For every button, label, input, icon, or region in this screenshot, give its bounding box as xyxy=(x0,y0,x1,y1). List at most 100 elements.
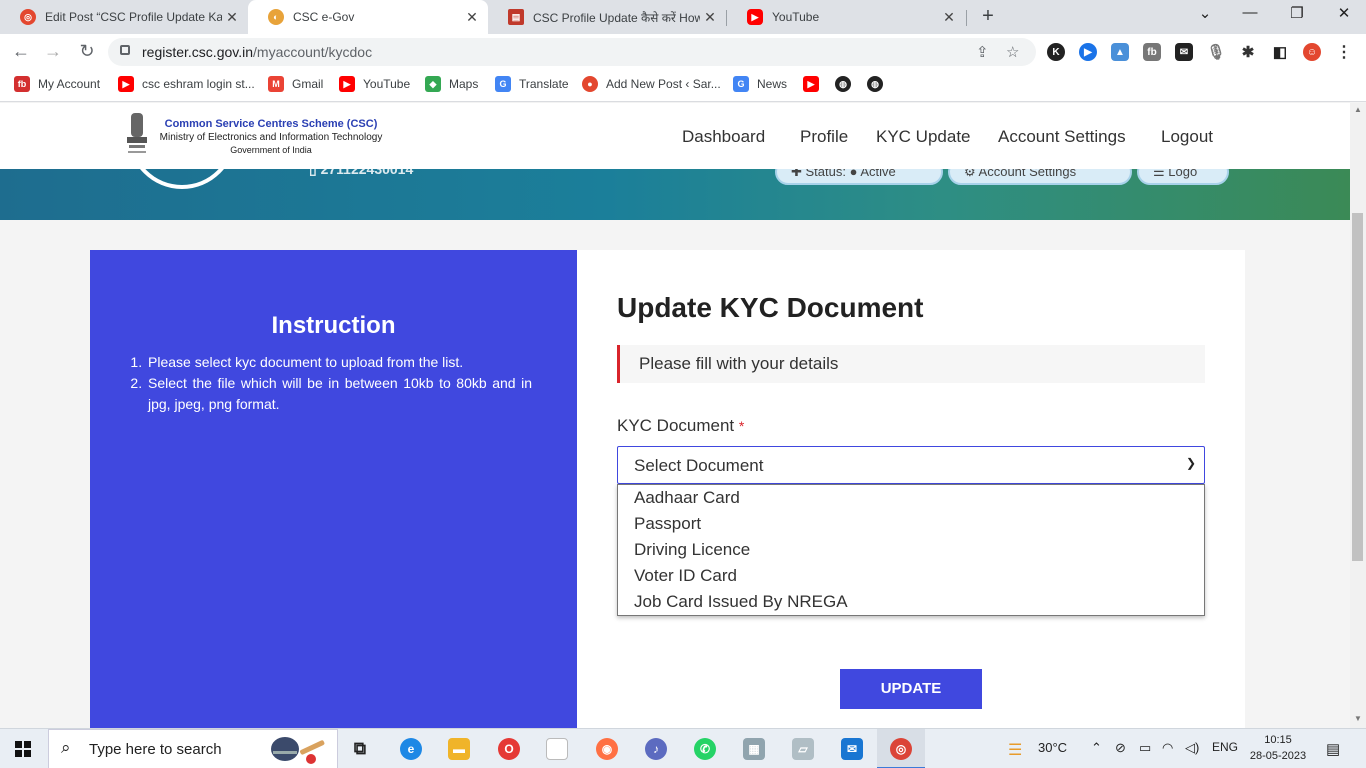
taskbar-search-box[interactable]: ⌕ Type here to search xyxy=(48,729,338,768)
extension-player-icon[interactable]: ▶ xyxy=(1079,43,1097,61)
close-tab-icon[interactable]: ✕ xyxy=(462,9,482,26)
profile-banner: ▯ 271122430014 ✚ Status: ● Active ⚙ Acco… xyxy=(0,169,1350,220)
restore-icon[interactable]: ❐ xyxy=(1287,4,1307,22)
browser-menu-icon[interactable]: ⋮ xyxy=(1335,43,1353,61)
bookmark-gmail[interactable]: M Gmail xyxy=(268,76,323,92)
close-window-icon[interactable]: ✕ xyxy=(1334,4,1354,22)
firefox-icon[interactable]: ◉ xyxy=(596,738,618,760)
status-pill[interactable]: ✚ Status: ● Active xyxy=(775,169,943,185)
new-tab-icon[interactable]: + xyxy=(978,5,998,28)
bookmark-my-account[interactable]: fb My Account xyxy=(14,76,100,92)
opera-icon[interactable]: O xyxy=(498,738,520,760)
notepad-icon[interactable] xyxy=(546,738,568,760)
google-news-icon: G xyxy=(733,76,749,92)
tab-title: Edit Post “CSC Profile Update Ka xyxy=(45,10,222,24)
bookmark-csc-eshram[interactable]: ▶ csc eshram login st... xyxy=(118,76,255,92)
form-title: Update KYC Document xyxy=(617,292,924,323)
close-tab-icon[interactable]: ✕ xyxy=(700,9,720,26)
tab-csc-profile-update[interactable]: ▤ CSC Profile Update कैसे करें How ✕ xyxy=(488,0,726,34)
nav-profile[interactable]: Profile xyxy=(800,127,848,147)
option-passport[interactable]: Passport xyxy=(618,511,1204,537)
forward-arrow-icon[interactable]: → xyxy=(42,41,64,62)
csc-favicon-icon: ◐ xyxy=(268,9,284,25)
share-icon[interactable]: ⇪ xyxy=(976,43,989,61)
back-arrow-icon[interactable]: ← xyxy=(10,41,32,62)
close-tab-icon[interactable]: ✕ xyxy=(939,9,959,26)
bookmark-translate[interactable]: G Translate xyxy=(495,76,569,92)
nav-account-settings[interactable]: Account Settings xyxy=(998,127,1126,147)
tab-title: CSC Profile Update कैसे करें How xyxy=(533,10,700,25)
scroll-up-icon[interactable]: ▲ xyxy=(1354,105,1362,114)
scrollbar-thumb[interactable] xyxy=(1352,213,1363,561)
file-explorer-icon[interactable]: ▬ xyxy=(448,738,470,760)
network-icon[interactable]: ⊘ xyxy=(1115,740,1126,756)
scroll-down-icon[interactable]: ▼ xyxy=(1354,714,1362,723)
taskbar-clock[interactable]: 10:15 28-05-2023 xyxy=(1248,732,1308,764)
extension-mail-icon[interactable]: ✉ xyxy=(1175,43,1193,61)
minimize-icon[interactable]: — xyxy=(1240,4,1260,21)
csc-logo[interactable]: Common Service Centres Scheme (CSC) Mini… xyxy=(156,118,386,155)
option-job-card-nrega[interactable]: Job Card Issued By NREGA xyxy=(618,589,1204,615)
bookmark-youtube[interactable]: ▶ YouTube xyxy=(339,76,410,92)
profile-avatar-icon[interactable]: ☺ xyxy=(1303,43,1321,61)
account-settings-pill[interactable]: ⚙ Account Settings xyxy=(948,169,1132,185)
logout-pill[interactable]: ☰ Logo xyxy=(1137,169,1229,185)
nav-dashboard[interactable]: Dashboard xyxy=(682,127,765,147)
extension-fb-icon[interactable]: fb xyxy=(1143,43,1161,61)
update-button[interactable]: UPDATE xyxy=(840,669,982,709)
bookmark-globe[interactable]: ◍ xyxy=(835,76,859,92)
windows-taskbar: ⌕ Type here to search ⧉ e ▬ O ◉ ♪ ✆ ▦ ▱ … xyxy=(0,728,1366,768)
bookmark-maps[interactable]: ◆ Maps xyxy=(425,76,478,92)
task-view-icon[interactable]: ⧉ xyxy=(349,738,371,760)
mail-icon[interactable]: ✉ xyxy=(841,738,863,760)
side-panel-icon[interactable]: ◧ xyxy=(1271,43,1289,61)
weather-icon: ☰ xyxy=(1008,742,1023,759)
tab-title: CSC e-Gov xyxy=(293,10,355,24)
browser-tab-strip: ◎ Edit Post “CSC Profile Update Ka ✕ ◐ C… xyxy=(0,0,1366,34)
bookmark-youtube-2[interactable]: ▶ xyxy=(803,76,827,92)
kyc-document-select[interactable]: Select Document ❯ xyxy=(617,446,1205,484)
page-viewport: Common Service Centres Scheme (CSC) Mini… xyxy=(0,103,1350,728)
tab-search-chevron-icon[interactable]: ⌄ xyxy=(1195,4,1215,22)
bookmarks-bar: fb My Account ▶ csc eshram login st... M Gm… xyxy=(0,70,1366,102)
logo-title: Common Service Centres Scheme (CSC) xyxy=(164,118,378,130)
tab-youtube[interactable]: ▶ YouTube ✕ xyxy=(727,0,965,34)
microphone-icon[interactable]: 🎙 xyxy=(1206,43,1225,61)
site-header: Common Service Centres Scheme (CSC) Mini… xyxy=(0,103,1350,169)
extension-image-icon[interactable]: ▲ xyxy=(1111,43,1129,61)
language-indicator[interactable]: ENG xyxy=(1212,740,1238,754)
bookmark-globe-2[interactable]: ◍ xyxy=(867,76,891,92)
chrome-icon[interactable]: ◎ xyxy=(890,738,912,760)
tab-csc-egov[interactable]: ◐ CSC e-Gov ✕ xyxy=(248,0,488,34)
bookmark-star-icon[interactable]: ☆ xyxy=(1006,43,1019,61)
tab-edit-post[interactable]: ◎ Edit Post “CSC Profile Update Ka ✕ xyxy=(0,0,248,34)
paint-icon[interactable]: ▦ xyxy=(743,738,765,760)
whatsapp-icon[interactable]: ✆ xyxy=(694,738,716,760)
logo-ministry: Ministry of Electronics and Information … xyxy=(159,132,383,143)
option-aadhaar-card[interactable]: Aadhaar Card xyxy=(618,485,1204,511)
volume-icon[interactable]: ◁) xyxy=(1185,740,1199,756)
battery-icon[interactable]: ▭ xyxy=(1139,740,1151,756)
extensions-puzzle-icon[interactable]: ✱ xyxy=(1239,43,1257,61)
option-driving-licence[interactable]: Driving Licence xyxy=(618,537,1204,563)
notifications-icon[interactable]: ▤ xyxy=(1326,740,1340,758)
nav-kyc-update[interactable]: KYC Update xyxy=(876,127,971,147)
search-placeholder: Type here to search xyxy=(89,741,222,758)
weather-temperature[interactable]: 30°C xyxy=(1038,740,1067,755)
tray-chevron-icon[interactable]: ⌃ xyxy=(1091,740,1102,756)
bookmark-add-new-post[interactable]: ● Add New Post ‹ Sar... xyxy=(582,76,721,92)
wifi-icon[interactable]: ◠ xyxy=(1162,740,1173,756)
windows-start-icon[interactable] xyxy=(15,741,31,757)
page-scrollbar[interactable]: ▲ ▼ xyxy=(1350,103,1366,728)
edge-icon[interactable]: e xyxy=(400,738,422,760)
bookmark-news[interactable]: G News xyxy=(733,76,787,92)
option-voter-id-card[interactable]: Voter ID Card xyxy=(618,563,1204,589)
kyc-document-options: Aadhaar Card Passport Driving Licence Vo… xyxy=(617,484,1205,616)
notes-icon[interactable]: ▱ xyxy=(792,738,814,760)
reload-icon[interactable]: ↻ xyxy=(76,41,98,62)
media-player-icon[interactable]: ♪ xyxy=(645,738,667,760)
nav-logout[interactable]: Logout xyxy=(1161,127,1213,147)
address-bar[interactable]: register.csc.gov.in/myaccount/kycdoc ⇪ ☆ xyxy=(108,38,1036,66)
extension-k-icon[interactable]: K xyxy=(1047,43,1065,61)
close-tab-icon[interactable]: ✕ xyxy=(222,9,242,26)
